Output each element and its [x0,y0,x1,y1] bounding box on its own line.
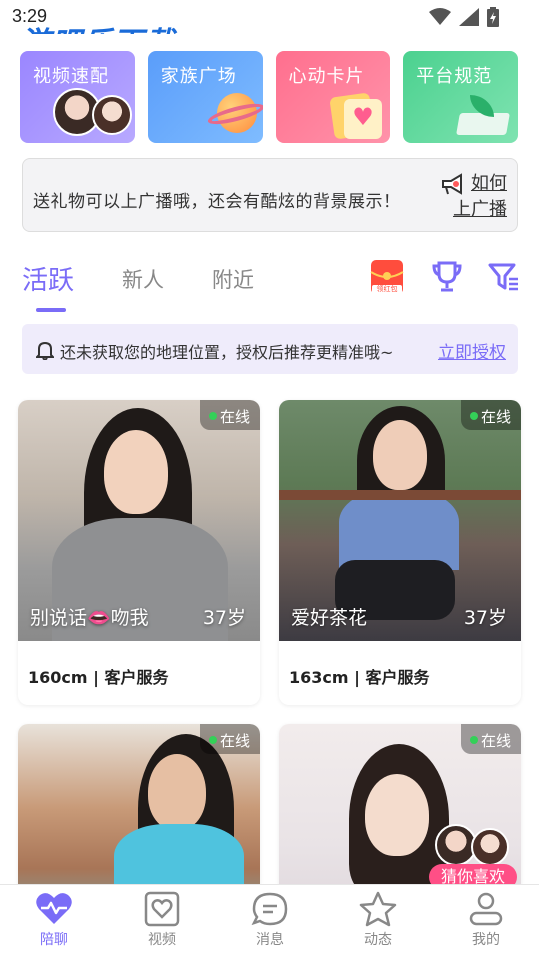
wifi-icon [429,8,451,25]
profile-age: 37岁 [463,607,507,629]
book-icon [456,113,510,135]
nav-label: 陪聊 [40,932,68,948]
profile-card[interactable]: 在线 别说话👄吻我 37岁 160cm | 客户服务 [18,400,260,705]
online-dot [470,736,478,744]
red-packet-label: 领红包 [376,285,398,293]
online-dot [470,412,478,420]
nav-label: 视频 [148,932,176,948]
online-badge: 在线 [200,724,260,754]
bottom-nav: 陪聊 视频 消息 动态 我的 [0,884,539,958]
tab-nearby[interactable]: 附近 [212,264,254,294]
nav-chat[interactable]: 陪聊 [19,891,89,949]
photo-railing [279,490,521,500]
battery-icon [487,7,499,27]
profile-card[interactable]: 在线 猜你喜欢 [279,724,521,894]
status-icons [429,7,499,27]
profile-card[interactable]: 在线 [18,724,260,894]
star-icon [359,891,397,927]
feature-family-square[interactable]: 家族广场 [147,51,263,143]
filter-icon[interactable] [488,262,520,292]
profile-info: 160cm | 客户服务 [28,668,169,687]
signal-icon [459,8,479,26]
trophy-icon[interactable] [430,260,464,294]
notice-text: 送礼物可以上广播哦，还会有酷炫的背景展示！ [33,192,401,212]
feature-label: 平台规范 [416,66,493,87]
avatar [92,95,132,135]
profile-name: 别说话👄吻我 [30,607,149,629]
link-line2: 上广播 [453,199,507,220]
online-badge: 在线 [200,400,260,430]
location-text: 还未获取您的地理位置，授权后推荐更精准哦~ [60,343,394,362]
profile-name: 爱好茶花 [291,607,368,629]
profile-card[interactable]: 在线 爱好茶花 37岁 163cm | 客户服务 [279,400,521,705]
photo-face [104,430,168,514]
nav-label: 动态 [364,932,392,948]
online-text: 在线 [481,408,512,426]
chat-bubble-icon [251,892,288,926]
nav-video[interactable]: 视频 [127,891,197,949]
photo-body [339,490,459,570]
online-dot [209,736,217,744]
feature-label: 家族广场 [160,66,237,87]
nav-label: 消息 [256,932,284,948]
tab-active[interactable]: 活跃 [22,260,74,297]
how-to-broadcast-link[interactable]: 如何 上广播 [443,171,507,223]
user-icon [469,892,503,926]
main-page: 视频速配 家族广场 心动卡片 ♥ 平台规范 送礼物可以上广播哦，还会有酷炫的背景… [0,34,539,894]
bell-icon [36,341,54,360]
authorize-now-link[interactable]: 立即授权 [438,338,506,363]
tab-bar: 活跃 新人 附近 领红包 [22,260,518,312]
photo-face [373,420,427,490]
avatar [471,828,509,866]
nav-label: 我的 [472,932,500,948]
video-heart-icon [144,891,180,927]
online-text: 在线 [481,732,512,750]
nav-me[interactable]: 我的 [451,891,521,949]
profile-age: 37岁 [202,607,246,629]
link-line1: 如何 [471,173,507,194]
heart-pulse-icon [36,893,72,924]
online-text: 在线 [220,732,251,750]
feature-heart-card[interactable]: 心动卡片 ♥ [275,51,391,143]
photo-face [365,774,429,856]
photo-face [148,754,206,830]
feature-cards: 视频速配 家族广场 心动卡片 ♥ 平台规范 [20,51,518,143]
tab-indicator [36,308,66,312]
feature-label: 心动卡片 [288,66,365,87]
heart-card-icon: ♥ [344,99,383,139]
feature-label: 视频速配 [33,66,109,87]
broadcast-notice: 送礼物可以上广播哦，还会有酷炫的背景展示！ 如何 上广播 [22,158,518,232]
feature-platform-rules[interactable]: 平台规范 [403,51,518,143]
online-text: 在线 [220,408,251,426]
tab-new[interactable]: 新人 [122,264,164,294]
online-dot [209,412,217,420]
location-permission-bar: 还未获取您的地理位置，授权后推荐更精准哦~ 立即授权 [22,324,518,374]
feature-video-match[interactable]: 视频速配 [20,51,135,143]
profile-info: 163cm | 客户服务 [289,668,430,687]
online-badge: 在线 [461,400,521,430]
online-badge: 在线 [461,724,521,754]
nav-messages[interactable]: 消息 [235,891,305,949]
nav-moments[interactable]: 动态 [343,891,413,949]
